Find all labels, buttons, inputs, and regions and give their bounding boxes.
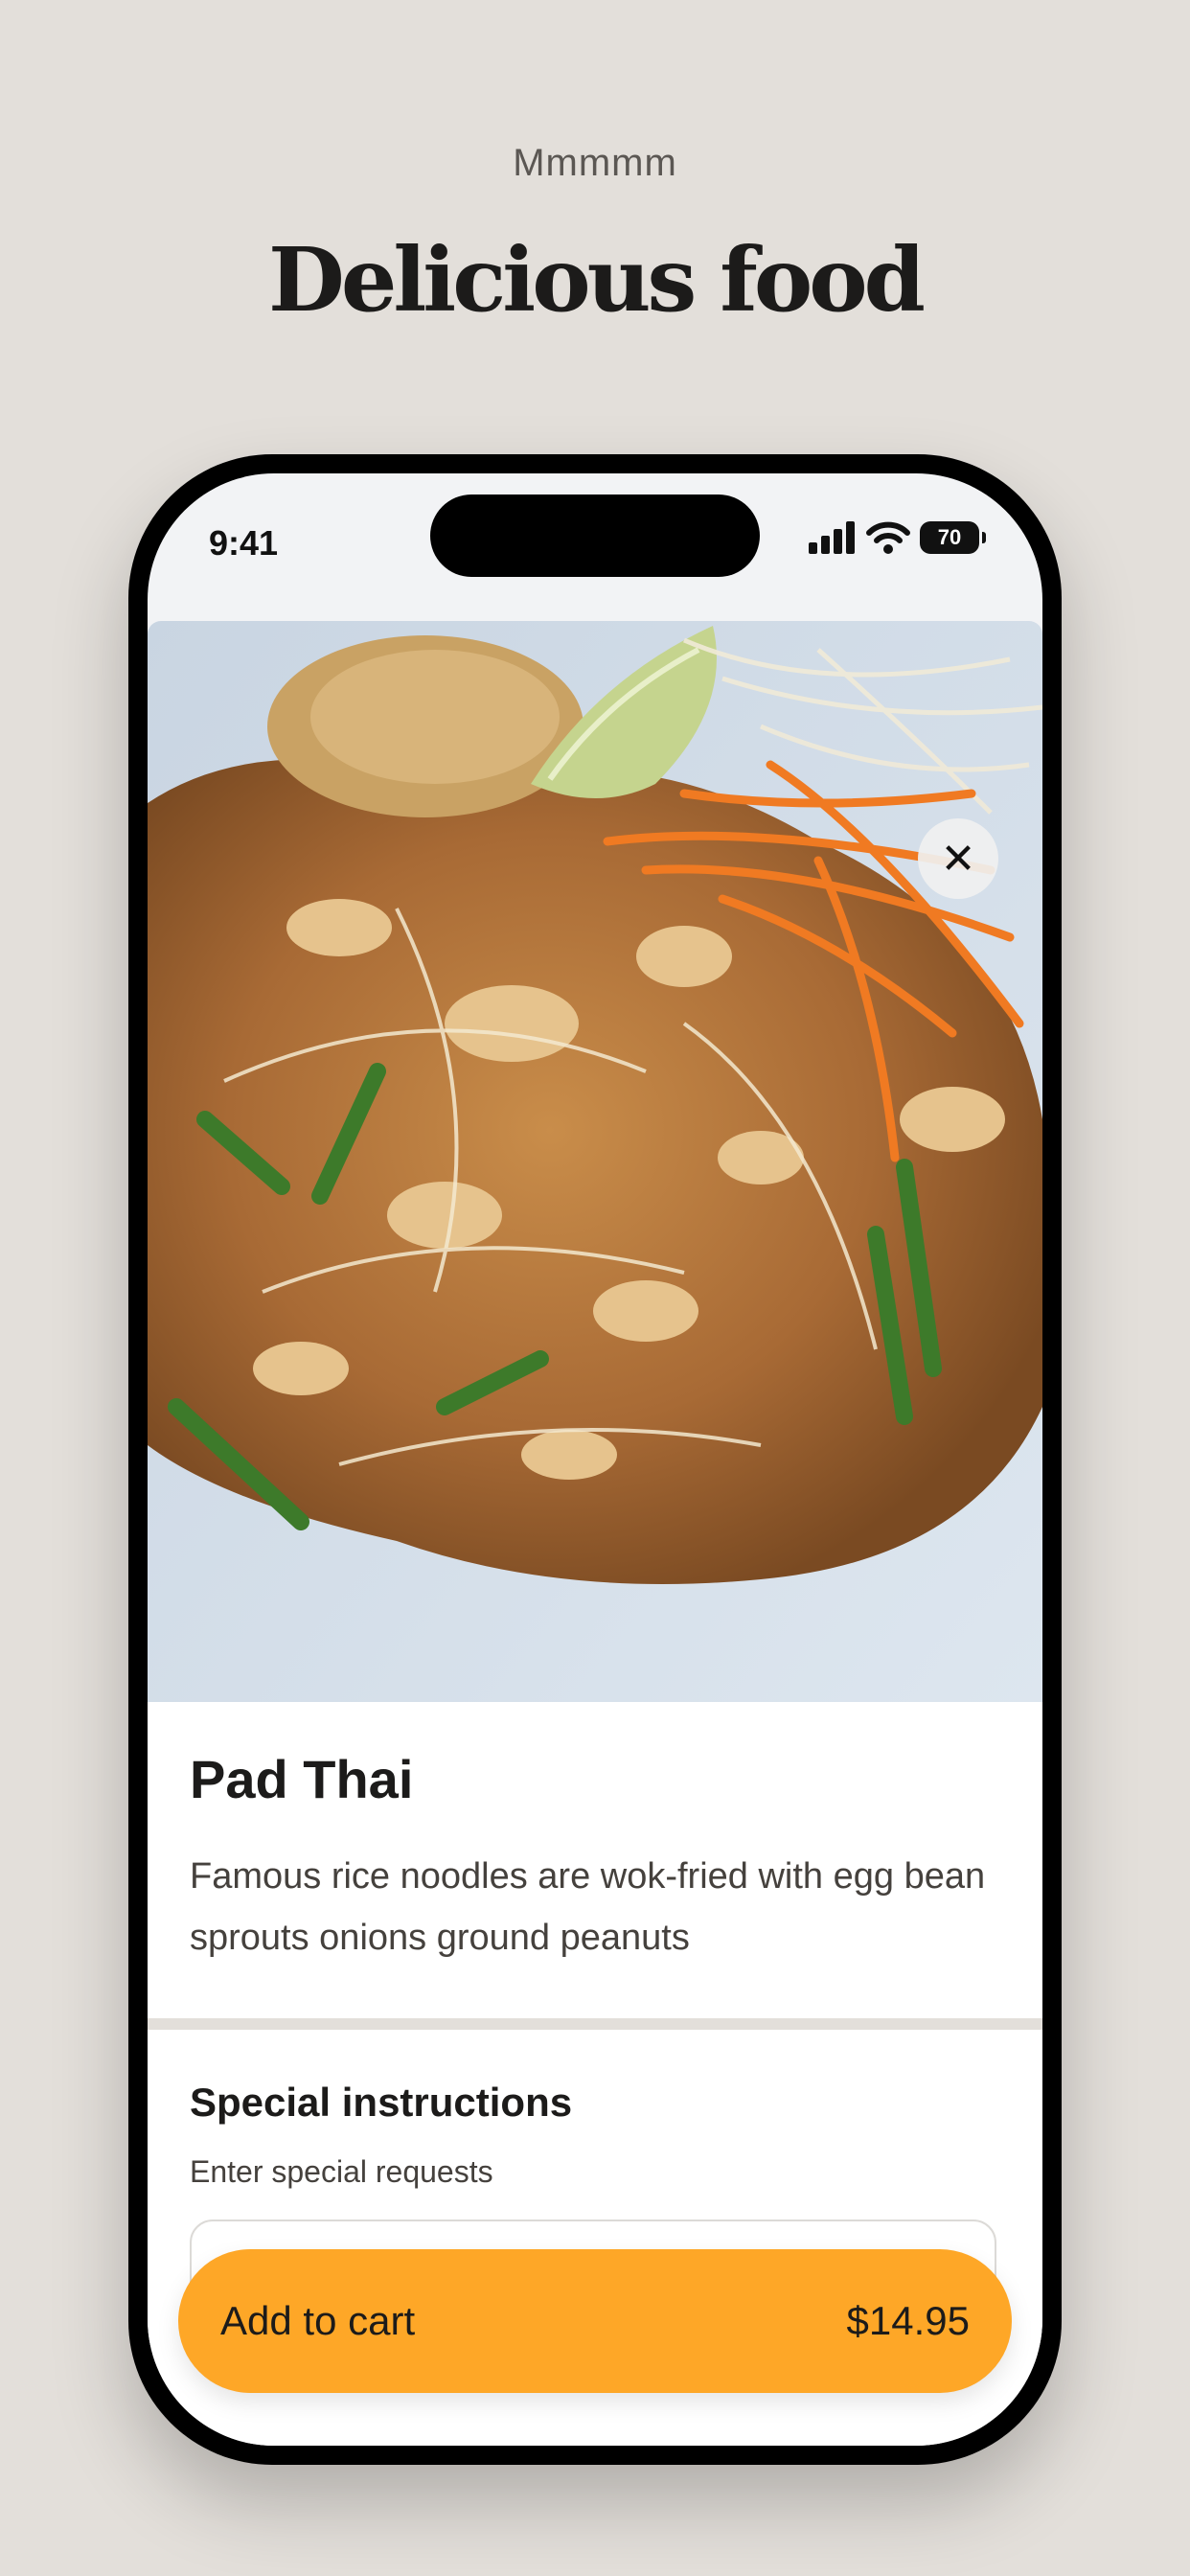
wifi-icon — [866, 521, 910, 554]
cellular-signal-icon — [809, 521, 855, 554]
add-to-cart-label: Add to cart — [220, 2298, 416, 2343]
section-divider — [148, 2018, 1042, 2030]
status-bar: 9:41 70 — [148, 473, 1042, 617]
item-price: $14.95 — [846, 2298, 970, 2343]
close-icon: ✕ — [940, 835, 976, 883]
status-icons: 70 — [809, 521, 986, 554]
add-to-cart-button[interactable]: Add to cart $14.95 — [178, 2249, 1012, 2393]
dynamic-island — [430, 494, 760, 577]
close-button[interactable]: ✕ — [918, 818, 998, 899]
status-time: 9:41 — [209, 523, 279, 563]
item-title: Pad Thai — [190, 1749, 414, 1809]
battery-icon: 70 — [920, 521, 986, 554]
phone-screen: 9:41 70 ✕ Pad Thai Famous rice noodles a… — [148, 473, 1042, 2446]
item-description: Famous rice noodles are wok-fried with e… — [190, 1856, 986, 1958]
food-photo: ✕ — [148, 621, 1042, 1702]
eyebrow-text: Mmmmm — [513, 142, 677, 184]
special-instructions-title: Special instructions — [190, 2080, 573, 2125]
special-instructions-subtitle: Enter special requests — [190, 2154, 493, 2189]
page-headline: Delicious food — [268, 228, 926, 332]
